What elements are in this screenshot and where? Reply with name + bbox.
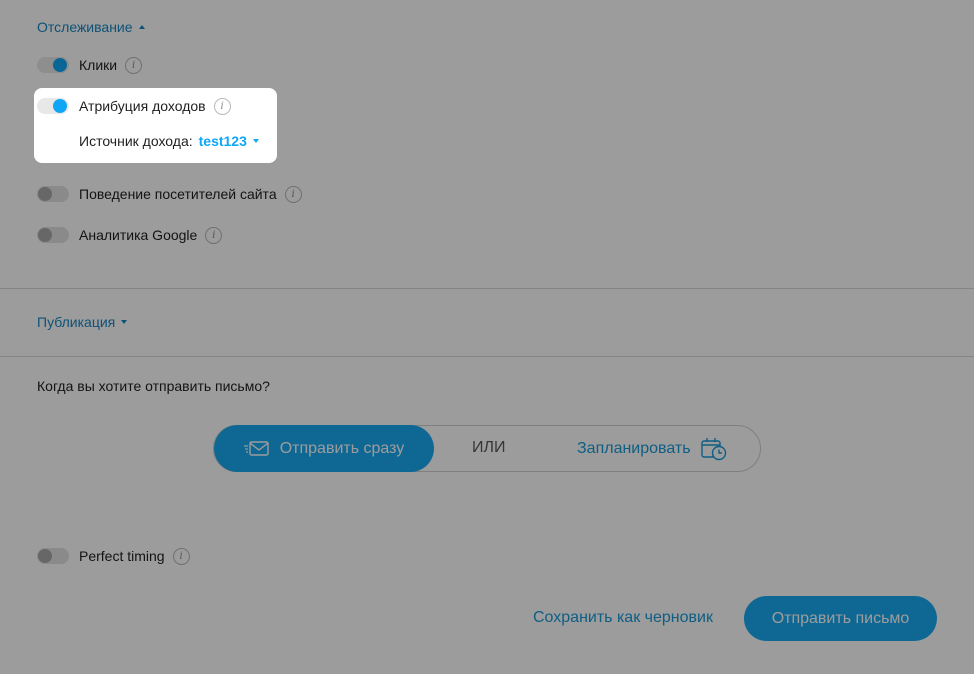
send-time-question: Когда вы хотите отправить письмо?: [37, 378, 270, 394]
or-label: ИЛИ: [472, 439, 506, 456]
revenue-source-label: Источник дохода:: [79, 133, 193, 149]
tracking-header-label: Отслеживание: [37, 19, 133, 35]
tracking-item-visitor-behavior: Поведение посетителей сайта i: [37, 184, 302, 204]
visitor-behavior-toggle[interactable]: [37, 186, 69, 202]
caret-up-icon: [138, 25, 145, 29]
revenue-source-row: Источник дохода: test123: [79, 133, 259, 149]
perfect-timing-label: Perfect timing: [79, 548, 165, 564]
info-icon[interactable]: i: [172, 547, 190, 565]
revenue-source-dropdown[interactable]: test123: [199, 133, 259, 149]
publication-header-label: Публикация: [37, 314, 116, 330]
toggle-knob: [53, 58, 67, 72]
schedule-button[interactable]: Запланировать: [577, 435, 727, 463]
clicks-label: Клики: [79, 57, 118, 73]
visitor-behavior-label: Поведение посетителей сайта: [79, 186, 277, 202]
send-mode-switch: Отправить сразу ИЛИ Запланировать: [213, 425, 761, 472]
info-icon[interactable]: i: [284, 185, 302, 203]
revenue-attribution-toggle[interactable]: [37, 98, 69, 114]
info-icon[interactable]: i: [125, 56, 143, 74]
calendar-clock-icon: [700, 438, 726, 461]
envelope-icon: [243, 440, 269, 456]
info-icon[interactable]: i: [213, 97, 231, 115]
perfect-timing-row: Perfect timing i: [37, 546, 190, 566]
clicks-toggle[interactable]: [37, 57, 69, 73]
chevron-down-icon: [252, 139, 259, 143]
send-now-button[interactable]: Отправить сразу: [214, 425, 434, 472]
toggle-knob: [38, 187, 52, 201]
schedule-label: Запланировать: [577, 440, 691, 457]
divider: [0, 356, 974, 357]
divider: [0, 288, 974, 289]
send-letter-button[interactable]: Отправить письмо: [744, 596, 937, 641]
revenue-source-value: test123: [198, 133, 247, 149]
revenue-attribution-label: Атрибуция доходов: [79, 98, 206, 114]
publication-section-header[interactable]: Публикация: [37, 314, 128, 330]
send-letter-label: Отправить письмо: [771, 609, 910, 627]
tracking-item-clicks: Клики i: [37, 55, 143, 75]
info-icon[interactable]: i: [205, 226, 223, 244]
tracking-item-google-analytics: Аналитика Google i: [37, 225, 223, 245]
toggle-knob: [38, 549, 52, 563]
tracking-item-revenue-attribution: Атрибуция доходов i: [37, 96, 231, 116]
toggle-knob: [38, 228, 52, 242]
perfect-timing-toggle[interactable]: [37, 548, 69, 564]
google-analytics-toggle[interactable]: [37, 227, 69, 243]
tracking-section-header[interactable]: Отслеживание: [37, 19, 145, 35]
save-draft-link[interactable]: Сохранить как черновик: [533, 609, 713, 627]
toggle-knob: [53, 99, 67, 113]
caret-down-icon: [121, 320, 128, 324]
send-now-label: Отправить сразу: [279, 439, 405, 457]
google-analytics-label: Аналитика Google: [79, 227, 198, 243]
